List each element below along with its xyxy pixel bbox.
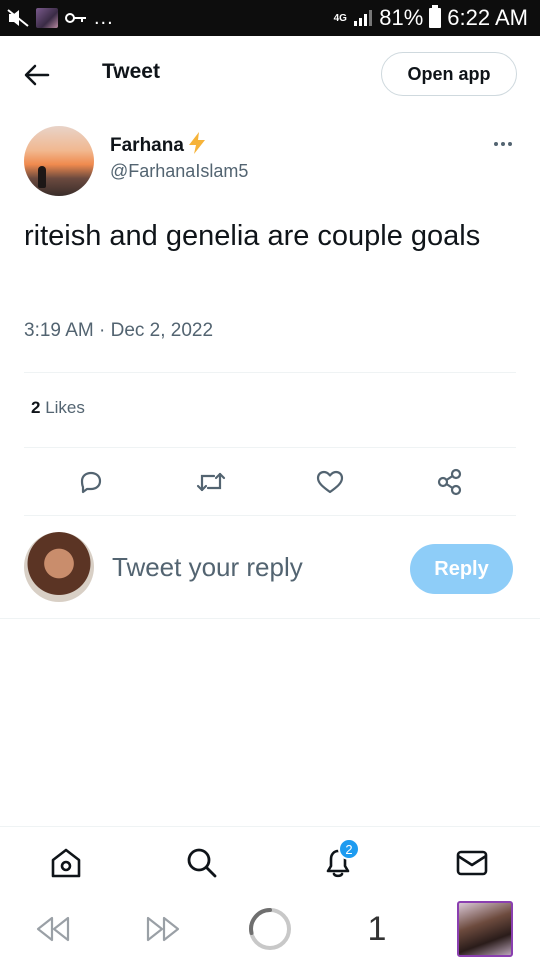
avatar-silhouette <box>38 166 46 188</box>
retweet-icon <box>196 472 226 492</box>
divider <box>0 618 540 619</box>
loading-spinner-icon <box>249 908 291 950</box>
status-notification-icons: ... <box>6 6 114 30</box>
author-name-text: Farhana <box>110 135 184 156</box>
page-title: Tweet <box>102 60 160 83</box>
home-icon <box>51 848 81 878</box>
search-icon <box>187 848 217 878</box>
author-avatar[interactable] <box>24 126 94 196</box>
mute-icon <box>7 9 29 27</box>
like-action-button[interactable] <box>312 464 348 500</box>
nav-search[interactable] <box>184 845 220 881</box>
status-system-icons: 4G 81% 6:22 AM <box>333 4 528 32</box>
battery-percent: 81% <box>379 5 424 30</box>
user-avatar[interactable] <box>24 532 94 602</box>
browser-reload-button[interactable] <box>247 908 293 950</box>
fast-forward-icon <box>146 916 180 942</box>
battery-icon <box>429 5 442 28</box>
likes-label: Likes <box>40 398 85 417</box>
nav-home[interactable] <box>48 845 84 881</box>
back-button[interactable] <box>18 58 56 92</box>
status-bar: ... 4G 81% 6:22 AM <box>0 0 540 36</box>
share-action-button[interactable] <box>432 464 468 500</box>
bottom-navigation: 2 <box>0 826 540 898</box>
reply-action-button[interactable] <box>73 464 109 500</box>
comment-icon <box>80 471 102 494</box>
notification-thumbnail-icon <box>36 8 58 28</box>
open-app-button[interactable]: Open app <box>381 52 517 96</box>
browser-forward-button[interactable] <box>140 908 184 950</box>
divider <box>24 372 516 373</box>
share-icon <box>437 468 462 496</box>
tweet-timestamp[interactable]: 3:19 AM · Dec 2, 2022 <box>24 320 213 342</box>
retweet-action-button[interactable] <box>193 464 229 500</box>
divider <box>24 447 516 448</box>
notifications-badge: 2 <box>338 838 360 860</box>
tweet-header: Tweet Open app <box>0 36 540 112</box>
lightning-icon <box>186 131 208 161</box>
reply-button[interactable]: Reply <box>410 544 513 594</box>
browser-tabs-button[interactable]: 1 <box>360 908 394 950</box>
reply-input[interactable]: Tweet your reply <box>112 552 303 583</box>
status-more-text: ... <box>94 7 114 29</box>
nav-messages[interactable] <box>454 845 490 881</box>
signal-icon <box>354 10 373 26</box>
author-handle[interactable]: @FarhanaIslam5 <box>110 161 248 182</box>
browser-profile-thumbnail[interactable] <box>457 901 513 957</box>
key-icon <box>65 13 86 23</box>
likes-count[interactable]: 2 Likes <box>31 398 85 418</box>
back-arrow-icon <box>24 64 50 86</box>
mail-icon <box>456 850 488 876</box>
tweet-text: riteish and genelia are couple goals <box>24 220 481 252</box>
browser-toolbar: 1 <box>0 898 540 960</box>
divider <box>24 515 516 516</box>
author-name[interactable]: Farhana <box>110 131 208 161</box>
more-options-icon[interactable] <box>488 132 518 156</box>
heart-icon <box>316 470 344 494</box>
status-time: 6:22 AM <box>447 5 528 30</box>
rewind-icon <box>36 916 70 942</box>
browser-back-button[interactable] <box>32 908 76 950</box>
network-type-text: 4G <box>333 12 347 24</box>
